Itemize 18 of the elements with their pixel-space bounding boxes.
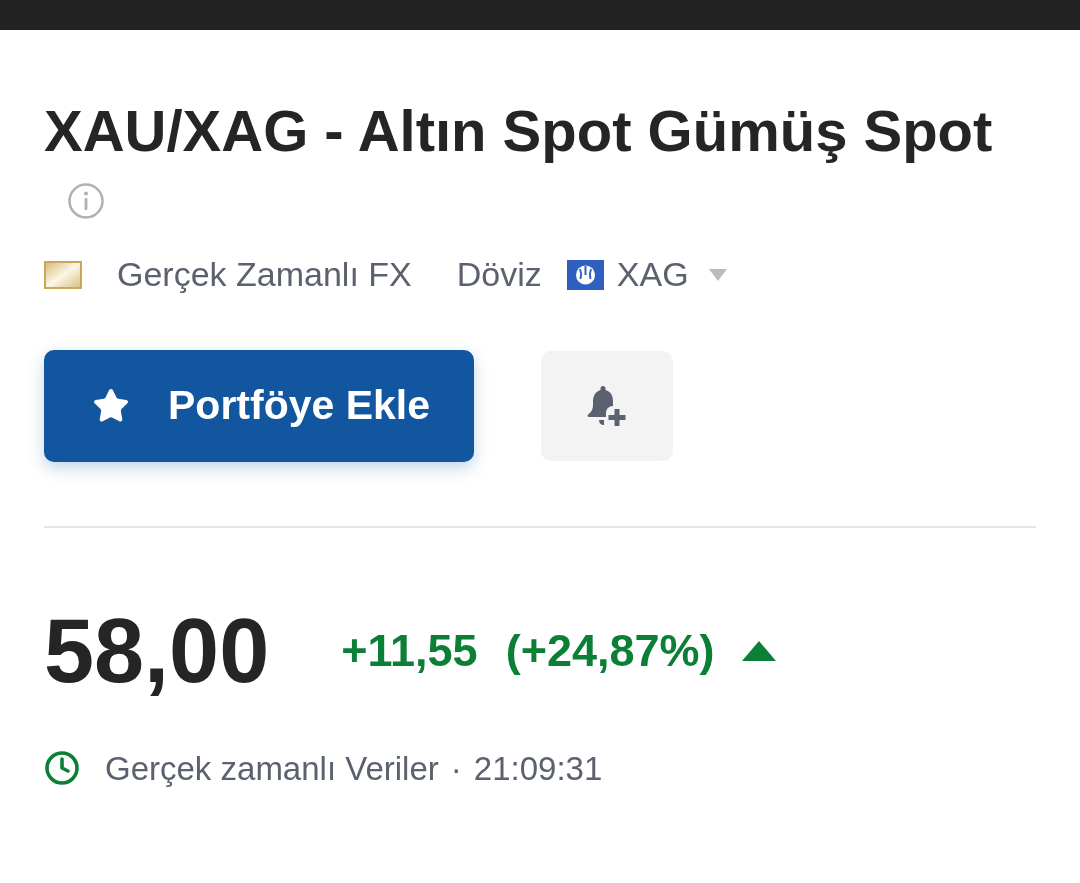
realtime-data-label: Gerçek zamanlı Veriler xyxy=(105,748,439,789)
shiny-tile-icon xyxy=(44,260,82,289)
globe-flag-icon xyxy=(566,259,604,290)
add-to-portfolio-button[interactable]: Portföye Ekle xyxy=(44,349,474,462)
clock-icon xyxy=(44,750,80,787)
caret-icon xyxy=(708,268,727,281)
update-time: 21:09:31 xyxy=(473,748,603,789)
currency-dropdown[interactable]: XAG xyxy=(616,249,727,301)
star-icon xyxy=(92,386,130,425)
price-value: 58,00 xyxy=(44,605,270,696)
price-change: +11,55 xyxy=(341,623,478,678)
exchange-label: Gerçek Zamanlı FX xyxy=(117,254,412,296)
price-change-percent: (+24,87%) xyxy=(505,623,715,678)
asset-type-label: Döviz xyxy=(456,254,542,296)
separator-dot: · xyxy=(450,748,462,789)
bell-plus-icon xyxy=(585,383,629,428)
page-title: XAU/XAG - Altın Spot Gümüş Spot xyxy=(44,98,994,165)
add-alert-button[interactable] xyxy=(541,350,673,461)
